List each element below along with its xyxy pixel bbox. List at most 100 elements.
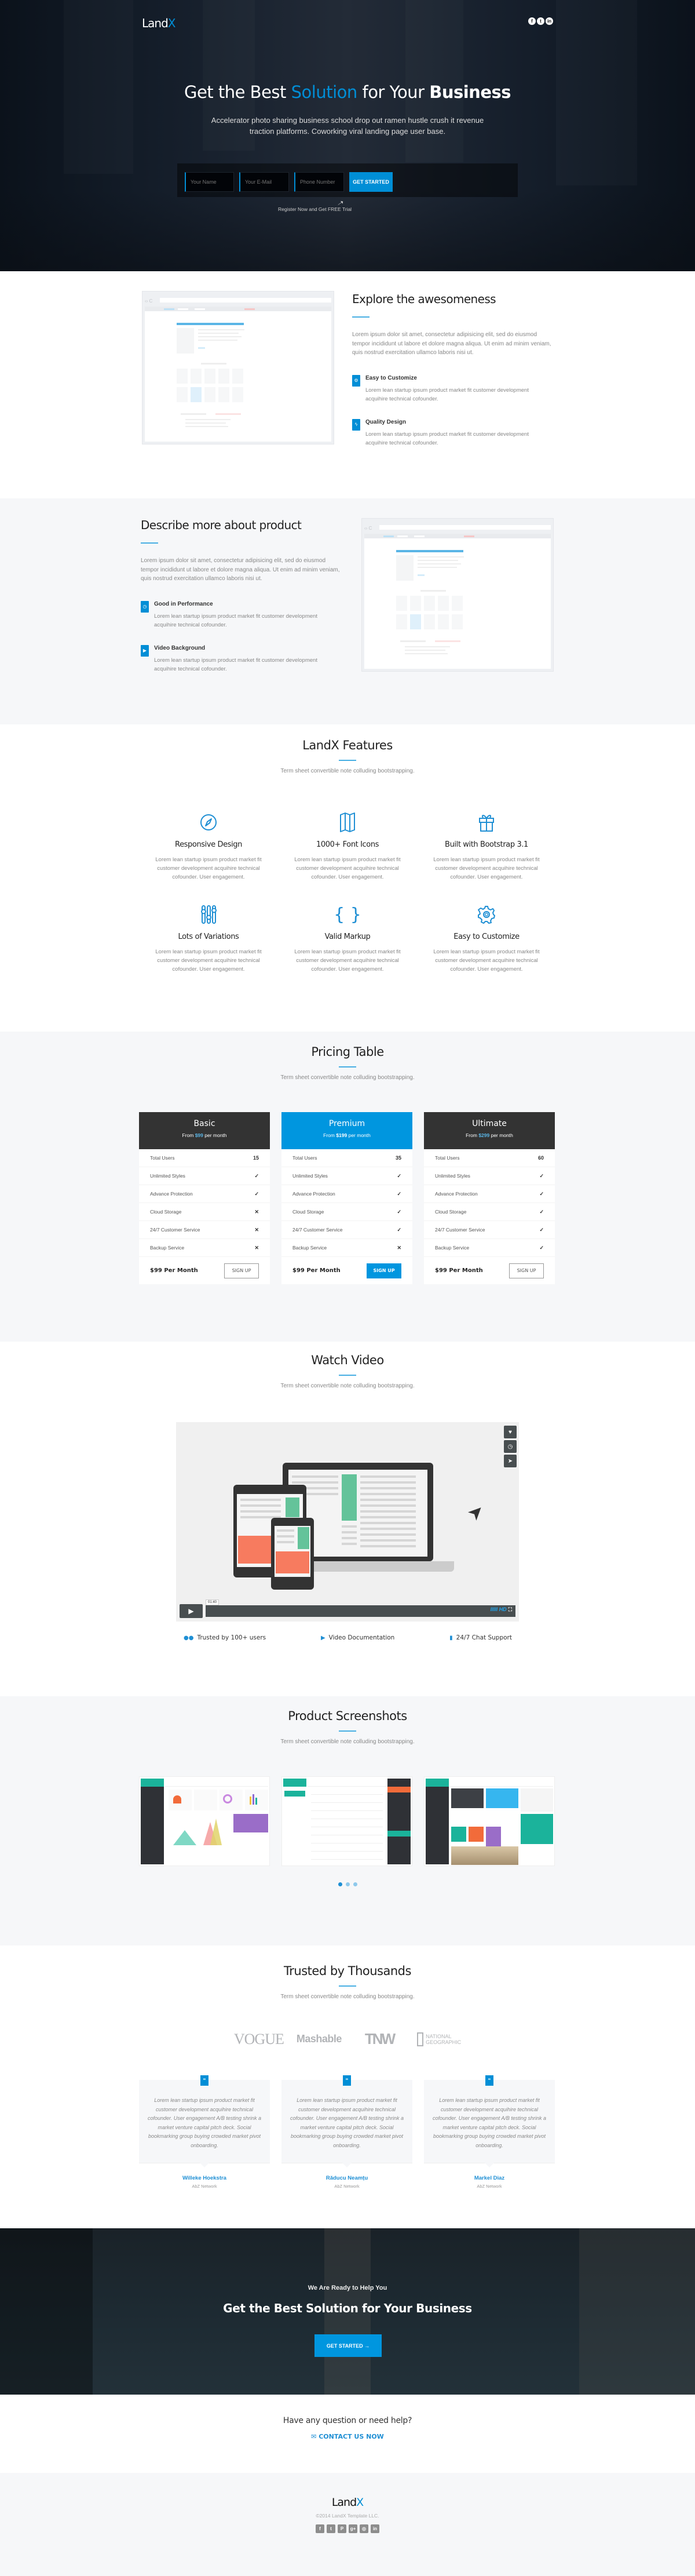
- plan-feature-label: Total Users: [292, 1155, 317, 1161]
- carousel-dot[interactable]: [345, 1882, 350, 1886]
- play-icon[interactable]: ▶: [180, 1604, 203, 1618]
- testimonial-card: “ Lorem lean startup ipsum product marke…: [281, 2075, 412, 2189]
- facebook-icon[interactable]: f: [528, 17, 536, 25]
- explore-title: Explore the awesomeness: [352, 292, 496, 306]
- check-icon: ✓: [539, 1244, 544, 1251]
- mock-line: [405, 646, 450, 647]
- cross-icon: ✕: [254, 1226, 259, 1233]
- email-input[interactable]: [239, 172, 289, 192]
- feature-title: Lots of Variations: [178, 932, 239, 941]
- trusted-section: Trusted by Thousands Term sheet converti…: [0, 1945, 695, 2228]
- signup-form: GET STARTED: [177, 163, 518, 197]
- feature-item: Lots of Variations Lorem lean startup ip…: [139, 905, 278, 974]
- plan-name: Ultimate: [472, 1119, 507, 1128]
- plan-feature-row: Cloud Storage ✕: [139, 1203, 270, 1221]
- feature-item: 1000+ Font Icons Lorem lean startup ipsu…: [278, 812, 417, 881]
- plan-name: Basic: [193, 1119, 215, 1128]
- sliders-icon: [139, 905, 278, 924]
- linkedin-icon[interactable]: in: [371, 2524, 379, 2533]
- cta-get-started-button[interactable]: GET STARTED →: [314, 2334, 382, 2357]
- video-player[interactable]: ➤ ♥ ◷ ➤ ▶ 01:40 IIIII HD ⛶: [176, 1422, 519, 1622]
- feature-text: Lorem lean startup ipsum product market …: [294, 949, 401, 972]
- mock-header-bar: [396, 550, 463, 552]
- feature-text: Lorem lean startup ipsum product market …: [155, 949, 262, 972]
- check-icon: ✓: [397, 1226, 401, 1233]
- mock-cell: [410, 614, 421, 629]
- get-started-button[interactable]: GET STARTED: [349, 172, 393, 192]
- hero-subtitle-line: traction platforms. Coworking viral land…: [249, 127, 446, 136]
- highlight-label: Video Documentation: [328, 1634, 395, 1641]
- feature-text: Lorem lean startup ipsum product market …: [154, 613, 317, 629]
- instagram-icon[interactable]: ◎: [360, 2524, 368, 2533]
- screenshot-inbox[interactable]: [281, 1776, 412, 1866]
- pricing-card-ultimate: Ultimate From $299 per month Total Users…: [424, 1112, 555, 1284]
- facebook-icon[interactable]: f: [316, 2524, 324, 2533]
- screenshots-section: Product Screenshots Term sheet convertib…: [0, 1696, 695, 1945]
- phone-input[interactable]: [294, 172, 344, 192]
- plan-feature-label: Total Users: [150, 1155, 175, 1161]
- mock-cell: [438, 614, 449, 629]
- send-icon[interactable]: ➤: [504, 1455, 517, 1467]
- features-section: LandX Features Term sheet convertible no…: [0, 724, 695, 1032]
- footer: LandX ©2014 LandX Template LLC. f t P g+…: [0, 2473, 695, 2576]
- fullscreen-icon[interactable]: ⛶: [509, 1606, 512, 1612]
- feature-title: Responsive Design: [175, 840, 242, 849]
- volume-icon[interactable]: IIIII: [491, 1606, 498, 1612]
- mock-cell: [204, 369, 215, 384]
- title-underline: [339, 1985, 356, 1987]
- name-input[interactable]: [185, 172, 234, 192]
- mock-thumbnail: [396, 555, 414, 581]
- plan-feature-label: Backup Service: [435, 1245, 470, 1251]
- plan-feature-label: Advance Protection: [292, 1191, 335, 1197]
- heart-icon[interactable]: ♥: [504, 1426, 517, 1438]
- mock-heading: [420, 590, 446, 592]
- pinterest-icon[interactable]: P: [338, 2524, 346, 2533]
- hero-section: LandX f t in Get the Best Solution for Y…: [0, 0, 695, 271]
- linkedin-icon[interactable]: in: [546, 17, 553, 25]
- testimonial-org: AbZ Network: [192, 2184, 217, 2189]
- sign-up-button[interactable]: SIGN UP: [509, 1263, 544, 1278]
- screenshot-profile-widgets[interactable]: [424, 1776, 555, 1866]
- plan-feature-row: Backup Service ✕: [281, 1239, 412, 1257]
- hero-social-links: f t in: [528, 17, 553, 25]
- sign-up-button[interactable]: SIGN UP: [224, 1263, 259, 1278]
- sign-up-button[interactable]: SIGN UP: [367, 1263, 401, 1278]
- hd-toggle[interactable]: HD: [499, 1606, 507, 1612]
- cta-headline: Get the Best Solution for Your Business: [223, 2301, 472, 2315]
- check-icon: ✓: [397, 1190, 401, 1197]
- trusted-title: Trusted by Thousands: [284, 1964, 411, 1978]
- mock-line: [198, 329, 244, 330]
- plan-price-label: $99 Per Month: [292, 1267, 341, 1274]
- hero-title: Get the Best Solution for Your Business: [0, 82, 695, 102]
- twitter-icon[interactable]: t: [537, 17, 544, 25]
- contact-us-link[interactable]: ✉ CONTACT US NOW: [311, 2433, 384, 2440]
- pricing-card-footer: $99 Per Month SIGN UP: [139, 1257, 270, 1284]
- video-progress-bar[interactable]: [206, 1605, 515, 1617]
- video-title: Watch Video: [311, 1353, 384, 1367]
- title-underline: [339, 1066, 356, 1067]
- testimonial-bubble: “ Lorem lean startup ipsum product marke…: [424, 2075, 555, 2167]
- twitter-icon[interactable]: t: [327, 2524, 335, 2533]
- clock-icon[interactable]: ◷: [504, 1440, 517, 1453]
- google-plus-icon[interactable]: g+: [349, 2524, 357, 2533]
- feature-title: Good in Performance: [154, 600, 213, 607]
- footer-logo[interactable]: LandX: [0, 2496, 695, 2509]
- cross-icon: ✕: [254, 1244, 259, 1251]
- national-geographic-logo: NATIONAL GEOGRAPHIC: [417, 2032, 461, 2046]
- plan-feature-row: Backup Service ✓: [424, 1239, 555, 1257]
- plan-feature-label: 24/7 Customer Service: [292, 1227, 343, 1233]
- browser-url-bar: [160, 298, 331, 303]
- plan-feature-row: Unlimited Styles ✓: [424, 1167, 555, 1185]
- screenshot-dashboard[interactable]: [139, 1776, 270, 1866]
- feature-text: Lorem lean startup ipsum product market …: [365, 387, 529, 403]
- plan-feature-label: Cloud Storage: [292, 1209, 324, 1215]
- pricing-card-header: Basic From $99 per month: [139, 1112, 270, 1149]
- footer-social-links: f t P g+ ◎ in: [0, 2524, 695, 2533]
- logo[interactable]: LandX: [142, 16, 553, 30]
- mock-cell: [191, 369, 202, 384]
- from-label: From: [466, 1132, 479, 1138]
- testimonial-card: “ Lorem lean startup ipsum product marke…: [139, 2075, 270, 2189]
- carousel-dot[interactable]: [353, 1882, 357, 1886]
- compass-icon: [139, 812, 278, 832]
- carousel-dot[interactable]: [338, 1882, 342, 1886]
